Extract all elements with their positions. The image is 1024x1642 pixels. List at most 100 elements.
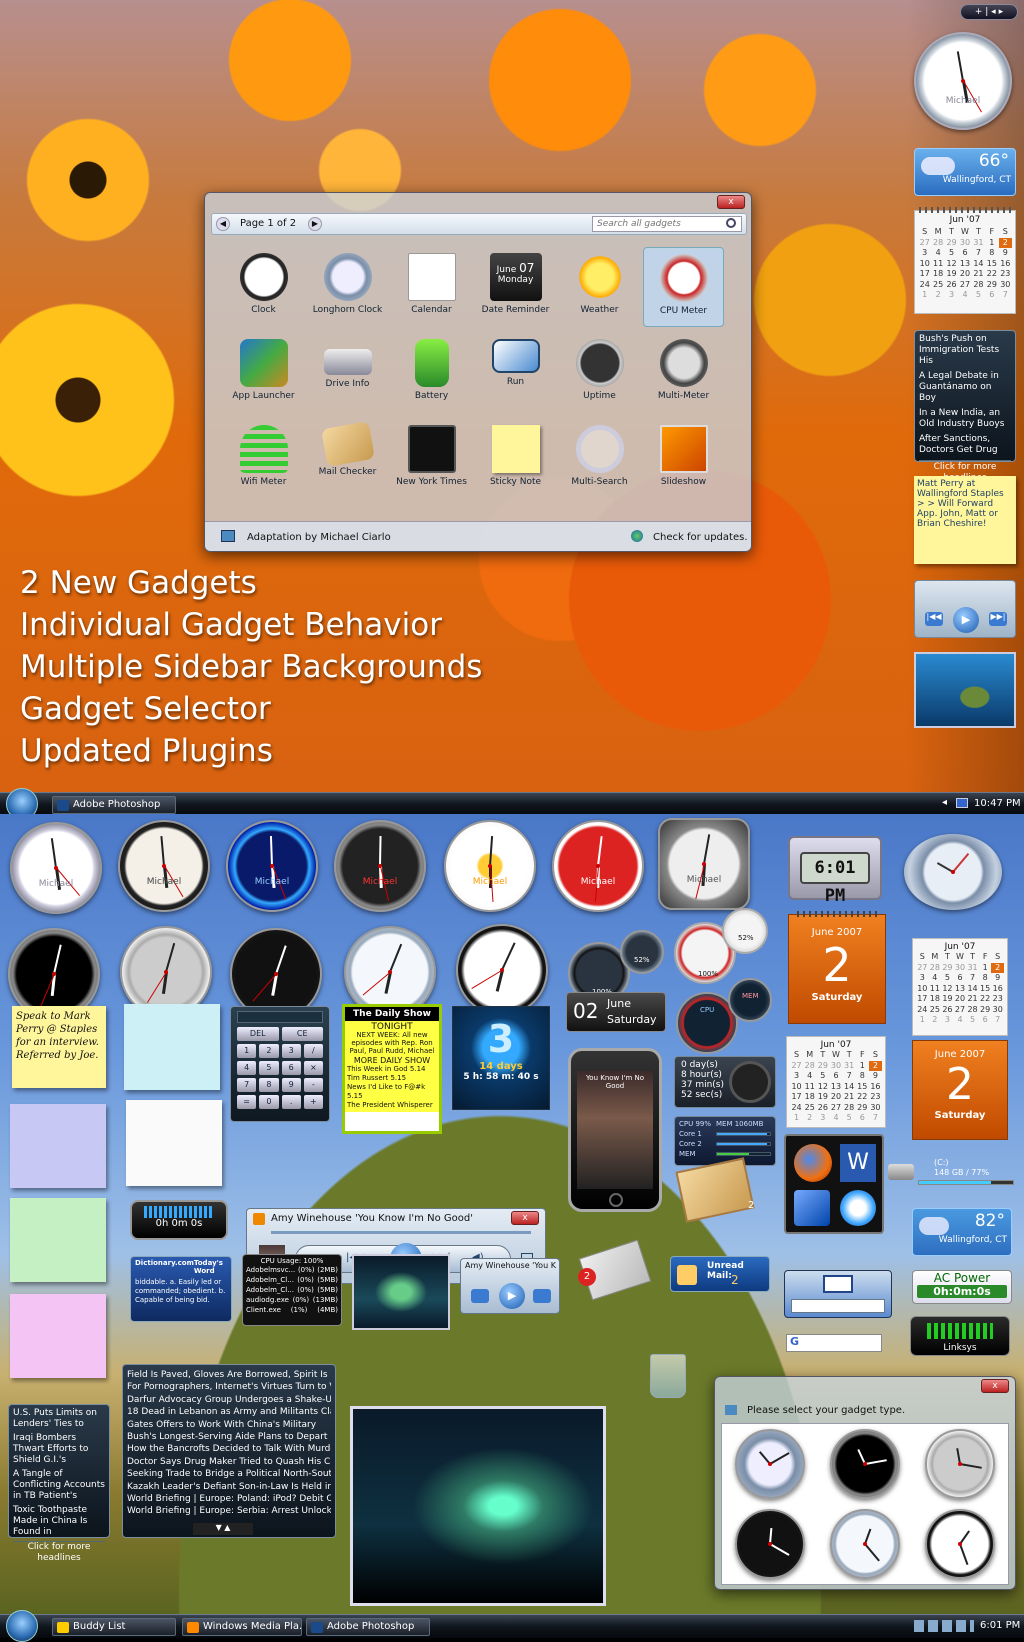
calendar-day[interactable]: 7: [869, 1113, 882, 1124]
clock-gadget[interactable]: Michael: [658, 818, 750, 910]
sidebar-sticky-note[interactable]: Matt Perry at Wallingford Staples > > Wi…: [914, 476, 1016, 564]
headline-item[interactable]: A Tangle of Conflicting Accounts in TB P…: [13, 1469, 105, 1502]
selector-clock-option[interactable]: [734, 1509, 805, 1579]
calendar-day[interactable]: 7: [843, 1071, 856, 1082]
calendar-day[interactable]: 3: [916, 973, 929, 984]
calendar-day[interactable]: 12: [941, 984, 954, 995]
daily-show-item[interactable]: The President Whisperer: [347, 1101, 437, 1110]
tray-icons[interactable]: [914, 1620, 974, 1632]
headline-item[interactable]: Bush's Push on Immigration Tests His: [919, 334, 1011, 367]
drive-info-gadget[interactable]: (C:) 148 GB / 77%: [888, 1158, 1018, 1188]
calc-key[interactable]: 4: [237, 1061, 257, 1075]
cpu-bars-gadget[interactable]: CPU 99% MEM 1060MB Core 1 Core 2 MEM: [674, 1116, 776, 1166]
tray-network-icon[interactable]: [956, 798, 968, 808]
calendar-day[interactable]: 3: [918, 248, 931, 259]
close-button[interactable]: x: [717, 195, 745, 209]
calendar-day[interactable]: 29: [979, 1005, 992, 1016]
calc-key[interactable]: CE: [281, 1027, 323, 1041]
calendar-day[interactable]: 29: [941, 963, 954, 974]
calendar-day[interactable]: 4: [958, 290, 971, 301]
calc-key[interactable]: 2: [259, 1044, 279, 1058]
search-icon[interactable]: [726, 218, 736, 228]
sticky-note-white[interactable]: [126, 1100, 222, 1186]
headline-item[interactable]: A Legal Debate in Guantánamo on Boy: [919, 371, 1011, 404]
longhorn-clock[interactable]: [904, 834, 1002, 910]
dictionary-gadget[interactable]: Dictionary.com Today's Word biddable. a. …: [130, 1256, 232, 1322]
recycle-bin-icon[interactable]: [650, 1354, 686, 1398]
calc-key[interactable]: 3: [281, 1044, 301, 1058]
photoshop-icon[interactable]: [794, 1190, 830, 1226]
calendar-day[interactable]: 2: [931, 290, 944, 301]
calendar-day[interactable]: 30: [999, 280, 1012, 291]
calendar-day[interactable]: 26: [941, 1005, 954, 1016]
calendar-day[interactable]: 29: [816, 1061, 829, 1072]
halo-countdown[interactable]: 3 14 days 5 h: 58 m: 40 s: [452, 1006, 550, 1110]
calendar-day[interactable]: 3: [945, 290, 958, 301]
linksys-meter[interactable]: Linksys: [910, 1316, 1010, 1356]
sidebar-slideshow[interactable]: [914, 652, 1016, 728]
gadget-item-new-york-times[interactable]: New York Times: [391, 419, 472, 499]
clock-time[interactable]: 6:01 PM: [980, 1620, 1020, 1631]
gadget-item-uptime[interactable]: Uptime: [559, 333, 640, 413]
calendar-day[interactable]: 6: [829, 1071, 842, 1082]
calendar-day[interactable]: 26: [816, 1103, 829, 1114]
calendar-day[interactable]: 1: [918, 290, 931, 301]
selector-clock-option[interactable]: [925, 1429, 996, 1499]
news-item[interactable]: Kazakh Leader's Defiant Son-in-Law Is He…: [127, 1481, 331, 1493]
calendar-day[interactable]: 14: [972, 259, 985, 270]
calendar-day[interactable]: 3: [941, 1015, 954, 1026]
seek-bar[interactable]: [271, 1231, 531, 1234]
calendar-day[interactable]: 9: [869, 1071, 882, 1082]
calendar-day[interactable]: 27: [829, 1103, 842, 1114]
calendar-day[interactable]: 18: [929, 994, 942, 1005]
calendar-day[interactable]: 7: [991, 1015, 1004, 1026]
calculator[interactable]: DEL CE 1 2 3/ 4 5 6 × 7 8 9- = 0. +: [230, 1006, 330, 1122]
calendar-day[interactable]: 29: [985, 280, 998, 291]
sidebar-media-player[interactable]: |◀◀ ▶ ▶▶|: [914, 580, 1016, 638]
taskbar-item[interactable]: Buddy List: [52, 1618, 176, 1636]
calendar-day[interactable]: 13: [954, 984, 967, 995]
calendar-day[interactable]: 30: [829, 1061, 842, 1072]
app-launcher[interactable]: W: [784, 1134, 884, 1234]
news-item[interactable]: Doctor Says Drug Maker Tried to Quash Hi…: [127, 1456, 331, 1468]
calendar-day[interactable]: 31: [966, 963, 979, 974]
gadget-item-clock[interactable]: Clock: [223, 247, 304, 327]
sidebar-weather[interactable]: 66° Wallingford, CT: [914, 148, 1016, 196]
calendar-day[interactable]: 14: [966, 984, 979, 995]
news-item[interactable]: Darfur Advocacy Group Undergoes a Shake-…: [127, 1394, 331, 1406]
cpu-meter-light[interactable]: 52% 100%: [674, 908, 774, 988]
calendar-day[interactable]: 12: [816, 1082, 829, 1093]
gadget-item-multi-search[interactable]: Multi-Search: [559, 419, 640, 499]
calendar-day[interactable]: 18: [803, 1092, 816, 1103]
gadget-item-battery[interactable]: Battery: [391, 333, 472, 413]
gadget-item-sticky-note[interactable]: Sticky Note: [475, 419, 556, 499]
calendar-day[interactable]: 2: [868, 1060, 882, 1071]
calendar-day[interactable]: 29: [856, 1103, 869, 1114]
gadget-item-date-reminder[interactable]: June 07 Monday Date Reminder: [475, 247, 556, 327]
news-item[interactable]: World Briefing | Europe: Poland: iPod? D…: [127, 1493, 331, 1505]
calendar-day[interactable]: 18: [931, 269, 944, 280]
calc-key[interactable]: 9: [281, 1078, 301, 1092]
news-item[interactable]: Field Is Paved, Gloves Are Borrowed, Spi…: [127, 1369, 331, 1381]
clock-gadget[interactable]: Michael: [226, 820, 318, 912]
calendar-day[interactable]: 15: [979, 984, 992, 995]
calendar-day[interactable]: 29: [945, 238, 958, 249]
sticky-note-yellow[interactable]: Speak to Mark Perry @ Staples for an int…: [12, 1006, 106, 1088]
uptime-gadget[interactable]: 0 day(s) 8 hour(s) 37 min(s) 52 sec(s): [674, 1056, 776, 1108]
calc-key[interactable]: 0: [259, 1095, 279, 1109]
headline-item[interactable]: Toxic Toothpaste Made in China Is Found …: [13, 1505, 105, 1538]
calendar-day[interactable]: 27: [916, 963, 929, 974]
calendar-day[interactable]: 9: [991, 973, 1004, 984]
calc-key[interactable]: -: [303, 1078, 323, 1092]
clock-gadget[interactable]: Michael: [10, 822, 102, 914]
calendar-day[interactable]: 4: [954, 1015, 967, 1026]
gadget-item-drive-info[interactable]: Drive Info: [307, 333, 388, 413]
run-input[interactable]: [791, 1299, 885, 1313]
tray-arrow-icon[interactable]: ◂: [942, 797, 947, 808]
unread-mail-gadget[interactable]: Unread Mail: 2: [670, 1256, 770, 1292]
calendar-day[interactable]: 10: [916, 984, 929, 995]
calendar-day[interactable]: 28: [972, 280, 985, 291]
headline-item[interactable]: U.S. Puts Limits on Lenders' Ties to: [13, 1408, 105, 1430]
calendar-day[interactable]: 10: [918, 259, 931, 270]
calendar-day[interactable]: 28: [931, 238, 944, 249]
